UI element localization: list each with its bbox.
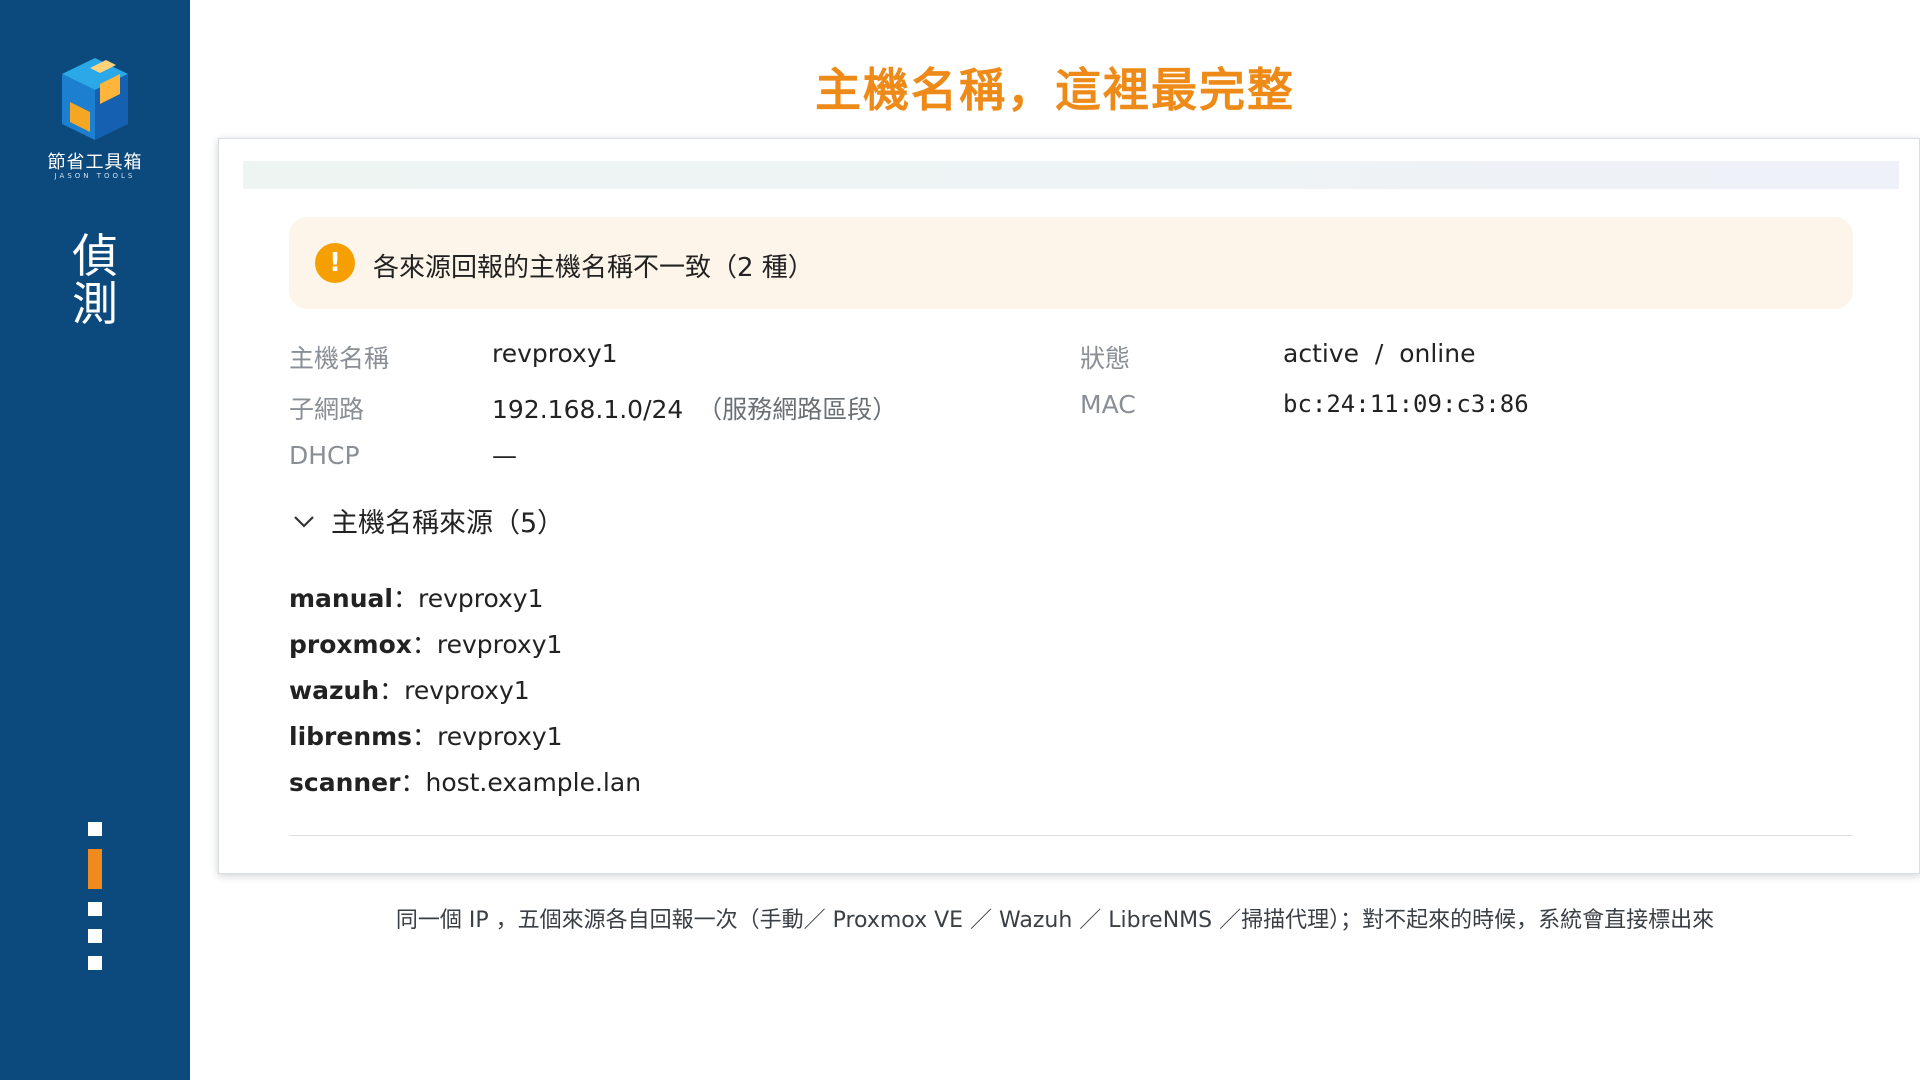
alert-text: 各來源回報的主機名稱不一致（2 種） xyxy=(373,253,814,283)
status-value: active / online xyxy=(1283,339,1476,368)
source-separator: ： xyxy=(379,676,405,705)
source-row: librenms：revproxy1 xyxy=(289,717,563,753)
source-separator: ： xyxy=(400,768,426,797)
jason-tools-logo xyxy=(62,58,128,140)
card-header-strip xyxy=(243,161,1899,189)
source-name: wazuh xyxy=(289,676,380,705)
sidebar: 節省工具箱 JASON TOOLS 偵 測 xyxy=(0,0,190,1080)
source-row: scanner：host.example.lan xyxy=(289,763,641,799)
source-row: wazuh：revproxy1 xyxy=(289,671,530,707)
subnet-cidr: 192.168.1.0/24 xyxy=(492,395,684,424)
slide-progress-indicator xyxy=(87,822,103,983)
mac-value: bc:24:11:09:c3:86 xyxy=(1283,390,1529,418)
hostname-value: revproxy1 xyxy=(492,339,618,368)
section-title-char: 測 xyxy=(72,277,118,331)
chevron-down-icon xyxy=(294,515,314,528)
source-separator: ： xyxy=(392,584,418,613)
brand-name: 節省工具箱 xyxy=(47,152,143,173)
source-name: scanner xyxy=(289,768,401,797)
dhcp-label: DHCP xyxy=(289,441,360,470)
source-separator: ： xyxy=(412,722,438,751)
source-separator: ： xyxy=(411,630,437,659)
progress-step-current xyxy=(88,849,102,889)
subnet-note: （服務網路區段） xyxy=(697,395,898,424)
source-row: manual：revproxy1 xyxy=(289,579,544,615)
source-name: librenms xyxy=(289,722,413,751)
mac-label: MAC xyxy=(1080,390,1136,419)
progress-step xyxy=(88,822,102,836)
progress-step xyxy=(88,902,102,916)
slide-title: 主機名稱，這裡最完整 xyxy=(815,63,1295,117)
subnet-value: 192.168.1.0/24 （服務網路區段） xyxy=(492,390,897,426)
exclamation-icon: ! xyxy=(315,243,355,283)
section-title: 偵 測 xyxy=(0,232,190,328)
source-value: revproxy1 xyxy=(417,584,544,613)
card-divider xyxy=(289,835,1853,836)
brand-subtitle: JASON TOOLS xyxy=(54,172,136,180)
hostname-sources-toggle[interactable]: 主機名稱來源（5） xyxy=(291,501,564,540)
hostname-mismatch-alert: ! 各來源回報的主機名稱不一致（2 種） xyxy=(289,217,1853,309)
hostname-label: 主機名稱 xyxy=(289,344,390,373)
hostname-sources-header: 主機名稱來源（5） xyxy=(331,508,565,539)
source-name: proxmox xyxy=(289,630,412,659)
source-row: proxmox：revproxy1 xyxy=(289,625,562,661)
source-name: manual xyxy=(289,584,393,613)
host-detail-card: ! 各來源回報的主機名稱不一致（2 種） 主機名稱 revproxy1 狀態 a… xyxy=(218,138,1920,874)
progress-step xyxy=(88,929,102,943)
source-value: revproxy1 xyxy=(437,722,563,751)
dhcp-value: — xyxy=(492,441,517,470)
subnet-label: 子網路 xyxy=(289,395,365,424)
progress-step xyxy=(88,956,102,970)
source-value: revproxy1 xyxy=(404,676,530,705)
source-value: revproxy1 xyxy=(436,630,563,659)
section-title-char: 偵 xyxy=(72,229,118,283)
source-value: host.example.lan xyxy=(425,768,642,797)
slide-caption: 同一個 IP ，五個來源各自回報一次（手動／ Proxmox VE ／ Wazu… xyxy=(395,908,1715,933)
status-label: 狀態 xyxy=(1080,344,1131,373)
